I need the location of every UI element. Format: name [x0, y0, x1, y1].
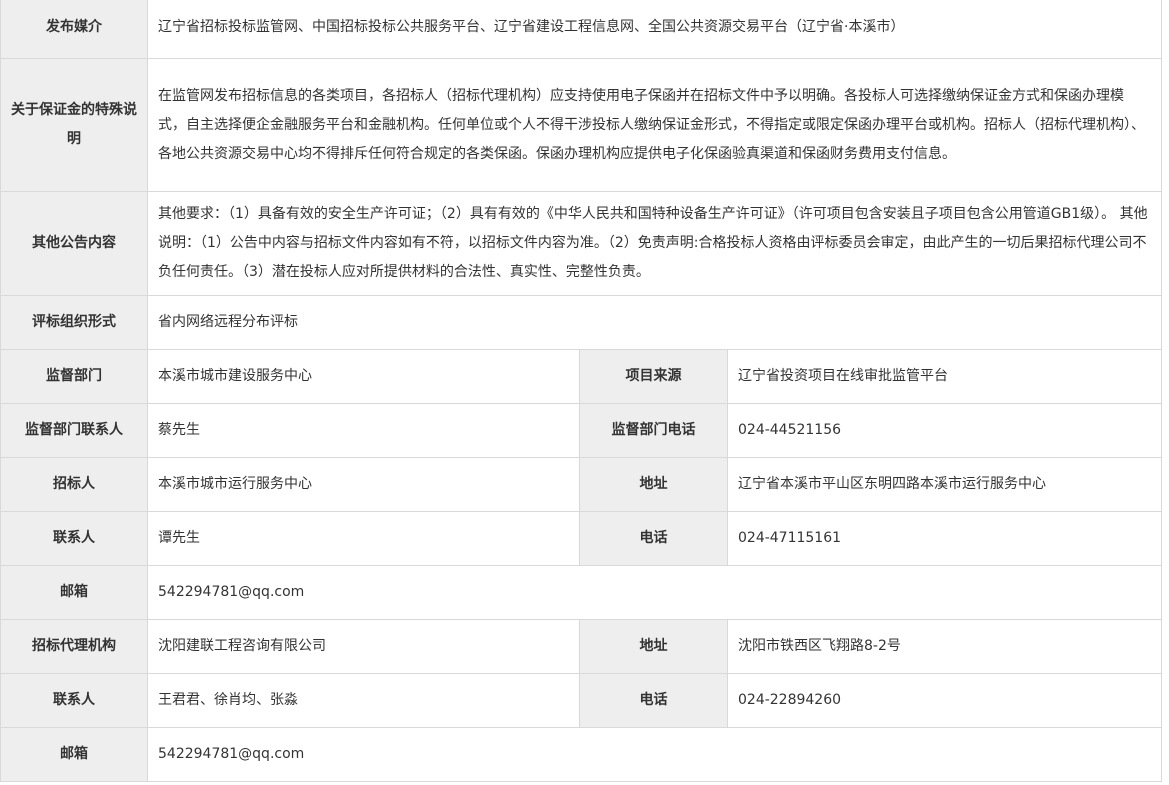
- table-row-agency: 招标代理机构 沈阳建联工程咨询有限公司 地址 沈阳市铁西区飞翔路8-2号: [0, 619, 1163, 674]
- supervision-contact-label: 监督部门联系人: [0, 403, 148, 458]
- tenderer-label: 招标人: [0, 457, 148, 512]
- supervision-label: 监督部门: [0, 349, 148, 404]
- supervision-phone-value: 024-44521156: [726, 403, 1163, 458]
- evaluation-label: 评标组织形式: [0, 295, 148, 350]
- supervision-value: 本溪市城市建设服务中心: [147, 349, 580, 404]
- media-label: 发布媒介: [0, 0, 148, 59]
- agency-contact-label: 联系人: [0, 673, 148, 728]
- tenderer-phone-label: 电话: [579, 511, 728, 566]
- media-value: 辽宁省招标投标监管网、中国招标投标公共服务平台、辽宁省建设工程信息网、全国公共资…: [146, 0, 1163, 59]
- deposit-value: 在监管网发布招标信息的各类项目，各招标人（招标代理机构）应支持使用电子保函并在招…: [146, 58, 1163, 192]
- tenderer-address-value: 辽宁省本溪市平山区东明四路本溪市运行服务中心: [726, 457, 1163, 512]
- agency-address-label: 地址: [579, 619, 728, 674]
- other-label: 其他公告内容: [0, 191, 148, 296]
- table-row-media: 发布媒介 辽宁省招标投标监管网、中国招标投标公共服务平台、辽宁省建设工程信息网、…: [0, 0, 1163, 59]
- agency-value: 沈阳建联工程咨询有限公司: [147, 619, 580, 674]
- agency-email-label: 邮箱: [0, 727, 148, 782]
- agency-address-value: 沈阳市铁西区飞翔路8-2号: [726, 619, 1163, 674]
- tenderer-phone-value: 024-47115161: [726, 511, 1163, 566]
- agency-phone-value: 024-22894260: [726, 673, 1163, 728]
- table-row-agency-contact: 联系人 王君君、徐肖均、张淼 电话 024-22894260: [0, 673, 1163, 728]
- tenderer-email-label: 邮箱: [0, 565, 148, 620]
- table-row-evaluation: 评标组织形式 省内网络远程分布评标: [0, 295, 1163, 350]
- table-row-other: 其他公告内容 其他要求：（1）具备有效的安全生产许可证；（2）具有有效的《中华人…: [0, 191, 1163, 296]
- table-row-supervision: 监督部门 本溪市城市建设服务中心 项目来源 辽宁省投资项目在线审批监管平台: [0, 349, 1163, 404]
- announcement-info-table: 发布媒介 辽宁省招标投标监管网、中国招标投标公共服务平台、辽宁省建设工程信息网、…: [0, 0, 1163, 782]
- project-source-value: 辽宁省投资项目在线审批监管平台: [726, 349, 1163, 404]
- tenderer-contact-label: 联系人: [0, 511, 148, 566]
- tenderer-value: 本溪市城市运行服务中心: [147, 457, 580, 512]
- agency-phone-label: 电话: [579, 673, 728, 728]
- tenderer-address-label: 地址: [579, 457, 728, 512]
- table-row-agency-email: 邮箱 542294781@qq.com: [0, 727, 1163, 782]
- agency-email-value: 542294781@qq.com: [146, 727, 1163, 782]
- deposit-label: 关于保证金的特殊说明: [0, 58, 148, 192]
- table-row-tenderer-email: 邮箱 542294781@qq.com: [0, 565, 1163, 620]
- table-row-deposit: 关于保证金的特殊说明 在监管网发布招标信息的各类项目，各招标人（招标代理机构）应…: [0, 58, 1163, 192]
- supervision-contact-value: 蔡先生: [147, 403, 580, 458]
- tenderer-email-value: 542294781@qq.com: [146, 565, 1163, 620]
- table-row-tenderer: 招标人 本溪市城市运行服务中心 地址 辽宁省本溪市平山区东明四路本溪市运行服务中…: [0, 457, 1163, 512]
- agency-label: 招标代理机构: [0, 619, 148, 674]
- table-row-supervision-contact: 监督部门联系人 蔡先生 监督部门电话 024-44521156: [0, 403, 1163, 458]
- project-source-label: 项目来源: [579, 349, 728, 404]
- agency-contact-value: 王君君、徐肖均、张淼: [147, 673, 580, 728]
- table-row-tenderer-contact: 联系人 谭先生 电话 024-47115161: [0, 511, 1163, 566]
- evaluation-value: 省内网络远程分布评标: [146, 295, 1163, 350]
- other-value: 其他要求：（1）具备有效的安全生产许可证；（2）具有有效的《中华人民共和国特种设…: [146, 191, 1163, 296]
- supervision-phone-label: 监督部门电话: [579, 403, 728, 458]
- tenderer-contact-value: 谭先生: [147, 511, 580, 566]
